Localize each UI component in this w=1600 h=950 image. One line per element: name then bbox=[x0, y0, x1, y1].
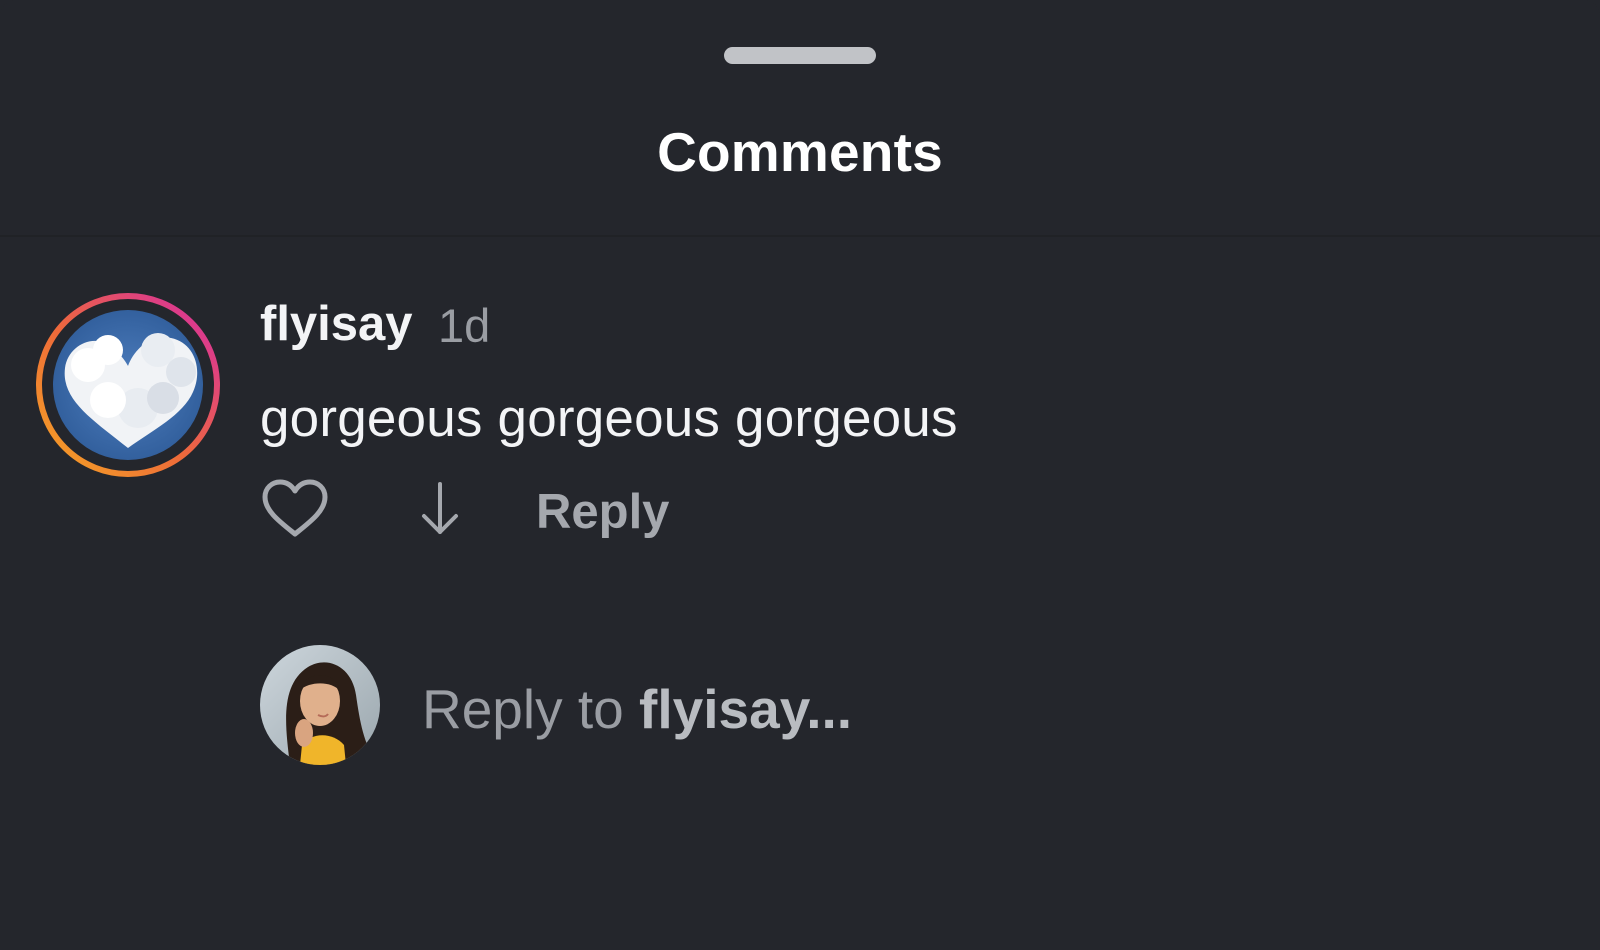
avatar[interactable] bbox=[33, 290, 223, 480]
page-title: Comments bbox=[657, 121, 943, 183]
reply-placeholder: Reply to flyisay... bbox=[422, 678, 853, 740]
comment-text: gorgeous gorgeous gorgeous bbox=[260, 389, 958, 448]
heart-cloud-avatar-icon bbox=[36, 293, 220, 477]
comment-username[interactable]: flyisay bbox=[260, 296, 413, 352]
comment-timestamp: 1d bbox=[438, 299, 491, 352]
reply-button[interactable]: Reply bbox=[536, 484, 669, 540]
user-photo-icon bbox=[260, 645, 380, 765]
comments-sheet: Comments flyisay 1d gorgeous gorgeous go… bbox=[0, 0, 1600, 950]
avatar bbox=[260, 645, 380, 765]
heart-outline-icon[interactable] bbox=[260, 478, 330, 540]
sheet-header bbox=[0, 0, 1600, 237]
reply-input[interactable]: Reply to flyisay... bbox=[256, 645, 1496, 767]
drag-handle[interactable] bbox=[724, 47, 876, 64]
arrow-down-icon[interactable] bbox=[418, 480, 462, 540]
